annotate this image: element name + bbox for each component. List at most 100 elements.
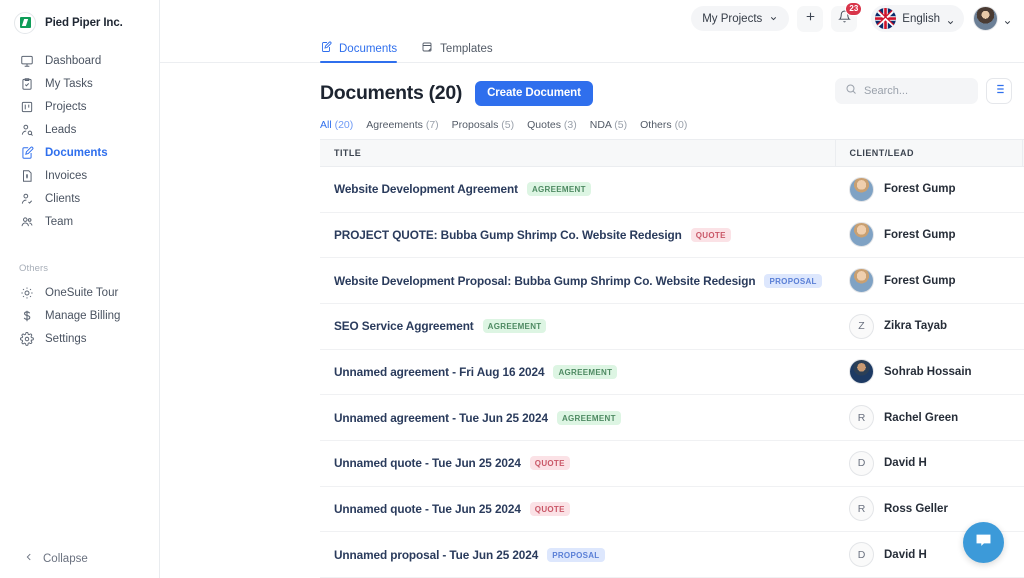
search-box[interactable] [835,78,978,104]
create-document-button[interactable]: Create Document [475,81,593,106]
sidebar-item-label: Manage Billing [45,310,120,322]
collapse-label: Collapse [43,553,88,565]
document-type-tag: AGREEMENT [483,319,547,333]
document-title-link[interactable]: PROJECT QUOTE: Bubba Gump Shrimp Co. Web… [334,228,682,242]
sidebar-item-documents[interactable]: Documents [0,141,159,164]
client-name[interactable]: Rachel Green [884,412,958,424]
sidebar-item-manage-billing[interactable]: Manage Billing [0,304,159,327]
client-name[interactable]: Forest Gump [884,183,956,195]
table-row[interactable]: PROJECT QUOTE: Bubba Gump Shrimp Co. Web… [320,212,1024,258]
client-avatar [849,222,874,247]
people-icon [19,214,34,229]
chat-widget-button[interactable] [963,522,1004,563]
user-menu[interactable] [973,6,1012,31]
chevron-down-icon [946,14,955,23]
language-selector[interactable]: English [871,5,964,32]
projects-selector[interactable]: My Projects [691,6,789,31]
sidebar-item-onesuite-tour[interactable]: OneSuite Tour [0,281,159,304]
sidebar-item-dashboard[interactable]: Dashboard [0,49,159,72]
filter-proposals[interactable]: Proposals (5) [452,119,514,131]
sidebar-item-invoices[interactable]: Invoices [0,164,159,187]
chevron-left-icon [24,552,34,565]
brand[interactable]: Pied Piper Inc. [0,0,159,36]
cell-title: Website Development AgreementAGREEMENT [320,166,835,212]
table-row[interactable]: Website Development Proposal: Bubba Gump… [320,258,1024,304]
sidebar-item-projects[interactable]: Projects [0,95,159,118]
sidebar-item-label: Projects [45,101,87,113]
filter-nda[interactable]: NDA (5) [590,119,627,131]
document-title-link[interactable]: SEO Service Aggreement [334,319,474,333]
collapse-sidebar-button[interactable]: Collapse [0,552,88,565]
table-row[interactable]: SEO Service Aggreement AGREEMENT ZZikra Ta… [320,303,1024,349]
plus-icon [804,10,817,28]
tab-documents[interactable]: Documents [320,41,397,62]
filter-agreements[interactable]: Agreements (7) [366,119,438,131]
chevron-down-icon [1003,14,1012,23]
document-edit-icon [320,41,332,56]
cell-title: SEO Service Aggreement AGREEMENT [320,303,835,349]
filter-bar: All (20) Agreements (7) Proposals (5) Qu… [160,108,1024,133]
client-name[interactable]: David H [884,457,927,469]
sidebar-item-my-tasks[interactable]: My Tasks [0,72,159,95]
document-type-tag: QUOTE [691,228,731,242]
document-type-tag: PROPOSAL [764,274,821,288]
column-header-title[interactable]: TITLE [320,139,835,166]
cell-title: Unnamed proposal - Tue Jun 25 2024 PROPOS… [320,532,835,578]
sidebar: Pied Piper Inc. Dashboard My Tasks Proje… [0,0,160,578]
sidebar-group-label: Others [0,263,159,274]
document-title-link[interactable]: Unnamed quote - Tue Jun 25 2024 [334,502,521,516]
column-header-client[interactable]: CLIENT/LEAD [835,139,1022,166]
table-row[interactable]: Unnamed quote - Tue Jun 25 2024QUOTEDDav… [320,440,1024,486]
document-type-tag: PROPOSAL [547,548,604,562]
table-row[interactable]: Unnamed quote - Tue Jun 25 2024QUOTERRos… [320,486,1024,532]
sidebar-item-label: Dashboard [45,55,101,67]
sidebar-item-settings[interactable]: Settings [0,327,159,350]
document-type-tag: AGREEMENT [553,365,617,379]
filter-quotes[interactable]: Quotes (3) [527,119,577,131]
table-row[interactable]: Unnamed proposal - Tue Jun 25 2024 PROPOS… [320,532,1024,578]
sidebar-item-leads[interactable]: Leads [0,118,159,141]
search-input[interactable] [864,85,968,97]
table-row[interactable]: Unnamed agreement - Tue Jun 25 2024AGREE… [320,395,1024,441]
cell-client: Forest Gump [835,166,1022,212]
document-title-link[interactable]: Unnamed agreement - Tue Jun 25 2024 [334,411,548,425]
tab-templates[interactable]: Templates [421,41,492,62]
filter-all[interactable]: All (20) [320,119,353,131]
dollar-icon [19,308,34,323]
client-name[interactable]: David H [884,549,927,561]
sidebar-item-clients[interactable]: Clients [0,187,159,210]
tab-label: Documents [339,43,397,55]
cell-client: ZZikra Tayab [835,303,1022,349]
client-name[interactable]: Zikra Tayab [884,320,947,332]
document-title-link[interactable]: Website Development Agreement [334,182,518,196]
document-title-link[interactable]: Website Development Proposal: Bubba Gump… [334,274,755,288]
table-row[interactable]: Unnamed agreement - Fri Aug 16 2024 AGREE… [320,349,1024,395]
person-check-icon [19,191,34,206]
search-toolbar [835,78,1012,104]
client-avatar [849,268,874,293]
sidebar-item-team[interactable]: Team [0,210,159,233]
notifications-button[interactable]: 23 [831,6,857,32]
chevron-down-icon [769,14,778,23]
table-row[interactable]: Website Development AgreementAGREEMENT Fo… [320,166,1024,212]
client-avatar: D [849,542,874,567]
list-view-icon [992,82,1006,101]
sidebar-item-label: Leads [45,124,76,136]
document-title-link[interactable]: Unnamed agreement - Fri Aug 16 2024 [334,365,544,379]
client-name[interactable]: Forest Gump [884,275,956,287]
document-title-link[interactable]: Unnamed proposal - Tue Jun 25 2024 [334,548,538,562]
document-title-link[interactable]: Unnamed quote - Tue Jun 25 2024 [334,456,521,470]
add-button[interactable] [797,6,823,32]
table-header-row: TITLE CLIENT/LEAD CREATED ACTIONS [320,139,1024,166]
documents-table: TITLE CLIENT/LEAD CREATED ACTIONS Websit… [320,139,1024,578]
client-avatar: R [849,496,874,521]
filter-others[interactable]: Others (0) [640,119,687,131]
cell-title: PROJECT QUOTE: Bubba Gump Shrimp Co. Web… [320,212,835,258]
chat-bubble-icon [974,531,993,555]
cell-title: Unnamed agreement - Tue Jun 25 2024AGREE… [320,395,835,441]
cell-client: RRachel Green [835,395,1022,441]
client-name[interactable]: Ross Geller [884,503,948,515]
client-name[interactable]: Sohrab Hossain [884,366,972,378]
list-view-toggle[interactable] [986,78,1012,104]
client-name[interactable]: Forest Gump [884,229,956,241]
